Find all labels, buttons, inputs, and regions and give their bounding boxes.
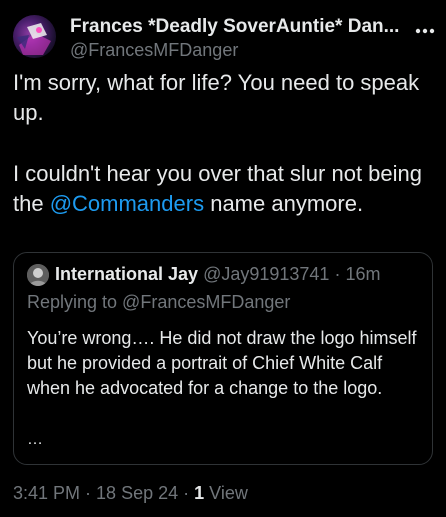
views-label: View	[204, 483, 248, 503]
meta-separator-1: ·	[80, 483, 97, 503]
post-meta: 3:41 PM · 18 Sep 24 · 1 View	[13, 481, 248, 505]
quoted-post[interactable]: International Jay @Jay91913741 · 16m Rep…	[13, 252, 433, 465]
quoted-author-name[interactable]: International Jay	[55, 264, 198, 284]
post-text-line-1: I'm sorry, what for life? You need to sp…	[13, 70, 420, 125]
more-dots-icon	[415, 28, 435, 34]
quoted-author-handle[interactable]: @Jay91913741	[203, 264, 329, 284]
quoted-replying-to: Replying to @FrancesMFDanger	[27, 292, 291, 312]
more-options-button[interactable]	[412, 20, 438, 42]
post-text-line-2: I couldn't hear you over that slur not b…	[13, 159, 433, 219]
quoted-separator: ·	[334, 264, 341, 284]
commanders-mention-link[interactable]: @Commanders	[50, 191, 204, 216]
quoted-author-avatar[interactable]	[27, 264, 49, 286]
post-text: I'm sorry, what for life? You need to sp…	[13, 68, 433, 219]
post-time[interactable]: 3:41 PM	[13, 483, 80, 503]
meta-separator-2: ·	[178, 483, 195, 503]
quoted-avatar-icon	[27, 264, 49, 286]
views-count: 1	[194, 483, 205, 503]
quoted-truncation-ellipsis: …	[27, 431, 43, 448]
author-handle[interactable]: @FrancesMFDanger	[70, 38, 238, 62]
post-date[interactable]: 18 Sep 24	[96, 483, 178, 503]
post-text-after-mention: name anymore.	[204, 191, 364, 216]
quoted-post-text: You’re wrong…. He did not draw the logo …	[27, 328, 417, 398]
author-avatar[interactable]	[13, 15, 56, 58]
profile-avatar-icon	[17, 23, 51, 55]
quoted-post-header: International Jay @Jay91913741 · 16m	[55, 262, 380, 286]
quoted-timestamp: 16m	[345, 264, 381, 284]
post: Frances *Deadly SoverAuntie* Dan... @Fra…	[0, 0, 446, 517]
author-display-name[interactable]: Frances *Deadly SoverAuntie* Dan...	[70, 15, 410, 39]
